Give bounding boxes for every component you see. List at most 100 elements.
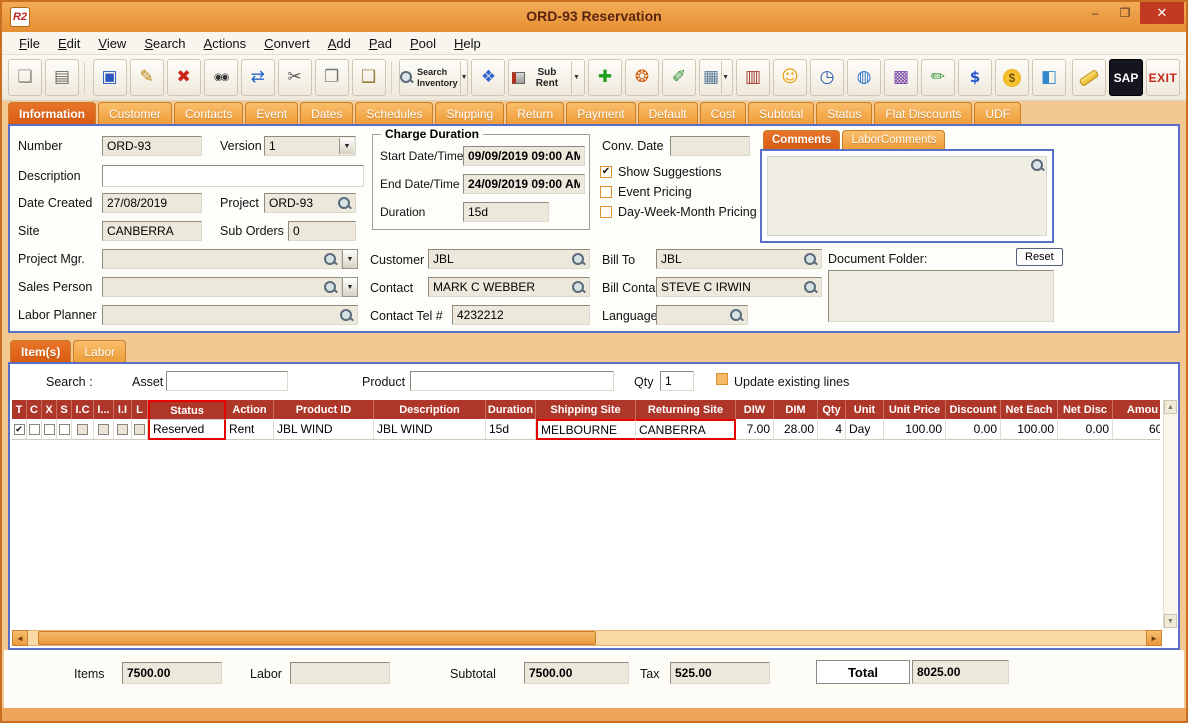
new-document-button[interactable]: ❏ (8, 59, 42, 96)
grid-button[interactable]: ▦ (699, 59, 733, 96)
cell-ii-checkbox[interactable] (114, 419, 132, 440)
col-net-each[interactable]: Net Each (1001, 400, 1058, 419)
scroll-right-button[interactable]: ► (1146, 630, 1162, 646)
tab-items[interactable]: Item(s) (10, 340, 71, 362)
minimize-button[interactable]: – (1080, 2, 1110, 24)
computer-button[interactable]: ◧ (1032, 59, 1066, 96)
cell-c-checkbox[interactable] (27, 419, 42, 440)
tab-return[interactable]: Return (506, 102, 564, 124)
tab-schedules[interactable]: Schedules (355, 102, 433, 124)
cell-s-checkbox[interactable] (57, 419, 72, 440)
site-print-button[interactable]: ▥ (736, 59, 770, 96)
tab-contacts[interactable]: Contacts (174, 102, 243, 124)
save-button[interactable]: ▣ (93, 59, 127, 96)
lookup-icon[interactable] (804, 253, 817, 266)
version-field[interactable]: 1 (264, 136, 356, 156)
tab-subtotal[interactable]: Subtotal (748, 102, 814, 124)
asset-input[interactable] (166, 371, 288, 391)
search-inventory-button[interactable]: Search Inventory (399, 59, 468, 96)
scroll-up-button[interactable]: ▲ (1164, 400, 1177, 414)
tab-status[interactable]: Status (816, 102, 872, 124)
cell-qty[interactable]: 4 (818, 419, 846, 440)
menu-pool[interactable]: Pool (401, 34, 445, 53)
col-t[interactable]: T (12, 400, 27, 419)
bill-to-field[interactable]: JBL (656, 249, 822, 269)
col-status[interactable]: Status (148, 400, 226, 419)
col-action[interactable]: Action (226, 400, 274, 419)
col-returning-site[interactable]: Returning Site (636, 400, 736, 419)
note-edit-button[interactable]: ✐ (662, 59, 696, 96)
cell-unit[interactable]: Day (846, 419, 884, 440)
lookup-icon[interactable] (572, 253, 585, 266)
lookup-icon[interactable] (324, 253, 337, 266)
vertical-scrollbar[interactable]: ▲ ▼ (1163, 400, 1177, 628)
description-field[interactable] (102, 165, 364, 187)
tab-flat-discounts[interactable]: Flat Discounts (874, 102, 972, 124)
menu-view[interactable]: View (89, 34, 135, 53)
cell-dim[interactable]: 28.00 (774, 419, 818, 440)
cell-returning-site[interactable]: CANBERRA (636, 419, 736, 440)
update-existing-lines-checkbox[interactable] (716, 373, 728, 385)
col-unit[interactable]: Unit (846, 400, 884, 419)
lookup-icon[interactable] (804, 281, 817, 294)
cell-action[interactable]: Rent (226, 419, 274, 440)
cell-shipping-site[interactable]: MELBOURNE (536, 419, 636, 440)
tab-customer[interactable]: Customer (98, 102, 172, 124)
col-unit-price[interactable]: Unit Price (884, 400, 946, 419)
contact-field[interactable]: MARK C WEBBER (428, 277, 590, 297)
document-folder-box[interactable] (828, 270, 1054, 322)
cell-x-checkbox[interactable] (42, 419, 57, 440)
comments-text-area[interactable] (767, 156, 1047, 236)
clock-button[interactable]: ◷ (810, 59, 844, 96)
cell-amount[interactable]: 600 (1113, 419, 1160, 440)
cell-product-id[interactable]: JBL WIND (274, 419, 374, 440)
menu-edit[interactable]: Edit (49, 34, 89, 53)
close-button[interactable]: ✕ (1140, 2, 1184, 24)
lookup-icon[interactable] (324, 281, 337, 294)
qty-input[interactable]: 1 (660, 371, 694, 391)
col-product-id[interactable]: Product ID (274, 400, 374, 419)
col-shipping-site[interactable]: Shipping Site (536, 400, 636, 419)
col-ii[interactable]: I.I (114, 400, 132, 419)
tab-dates[interactable]: Dates (300, 102, 353, 124)
sales-person-dropdown[interactable] (342, 277, 358, 297)
cell-discount[interactable]: 0.00 (946, 419, 1001, 440)
lookup-icon[interactable] (338, 197, 351, 210)
globe-button[interactable]: ◍ (847, 59, 881, 96)
col-amount[interactable]: Amou (1113, 400, 1160, 419)
cell-net-disc[interactable]: 0.00 (1058, 419, 1113, 440)
menu-actions[interactable]: Actions (195, 34, 256, 53)
col-i[interactable]: I... (94, 400, 114, 419)
currency-sync-button[interactable]: $ (958, 59, 992, 96)
project-mgr-field[interactable] (102, 249, 342, 269)
scroll-down-button[interactable]: ▼ (1164, 614, 1177, 628)
copy-button[interactable]: ❐ (315, 59, 349, 96)
number-field[interactable]: ORD-93 (102, 136, 202, 156)
col-diw[interactable]: DIW (736, 400, 774, 419)
add-button[interactable]: ✚ (588, 59, 622, 96)
sales-person-field[interactable] (102, 277, 342, 297)
tab-udf[interactable]: UDF (974, 102, 1021, 124)
col-description[interactable]: Description (374, 400, 486, 419)
tab-default[interactable]: Default (638, 102, 698, 124)
menu-add[interactable]: Add (319, 34, 360, 53)
reset-button[interactable]: Reset (1016, 248, 1063, 266)
menu-file[interactable]: File (10, 34, 49, 53)
cell-unit-price[interactable]: 100.00 (884, 419, 946, 440)
conv-date-field[interactable] (670, 136, 750, 156)
labor-planner-field[interactable] (102, 305, 358, 325)
lookup-icon[interactable] (340, 309, 353, 322)
project-mgr-dropdown[interactable] (342, 249, 358, 269)
col-x[interactable]: X (42, 400, 57, 419)
chevron-down-icon[interactable] (721, 61, 729, 94)
col-s[interactable]: S (57, 400, 72, 419)
col-duration[interactable]: Duration (486, 400, 536, 419)
menu-pad[interactable]: Pad (360, 34, 401, 53)
lookup-icon[interactable] (730, 309, 743, 322)
day-week-month-pricing-checkbox[interactable] (600, 206, 612, 218)
shapes-button[interactable]: ❖ (471, 59, 505, 96)
col-ic[interactable]: I.C (72, 400, 94, 419)
end-datetime-field[interactable]: 24/09/2019 09:00 AM (463, 174, 585, 194)
chevron-down-icon[interactable] (571, 61, 581, 94)
project-field[interactable]: ORD-93 (264, 193, 356, 213)
